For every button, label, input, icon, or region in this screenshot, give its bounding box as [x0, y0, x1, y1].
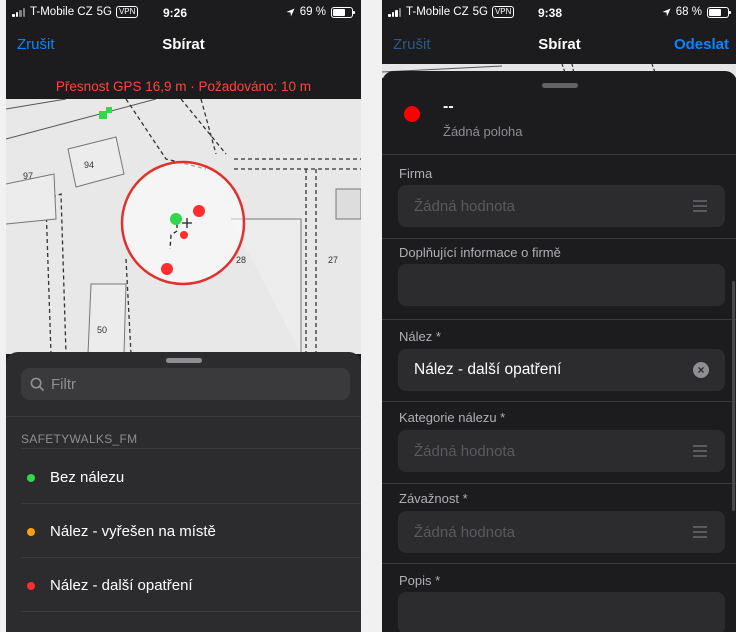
- network-type: 5G: [472, 6, 488, 18]
- divider: [21, 557, 361, 558]
- location-arrow-icon: [662, 7, 671, 17]
- field-placeholder: Žádná hodnota: [414, 198, 515, 215]
- gps-accuracy-warning: Přesnost GPS 16,9 m · Požadováno: 10 m: [6, 64, 361, 99]
- map-label-94: 94: [84, 160, 95, 170]
- sheet-grabber[interactable]: [541, 83, 578, 88]
- battery-icon: [707, 6, 731, 18]
- map-label-97: 97: [23, 171, 34, 181]
- map-label-50: 50: [97, 325, 108, 335]
- field-label-kategorie-nalezu: Kategorie nálezu *: [399, 410, 506, 425]
- location-arrow-icon: [286, 7, 295, 17]
- field-label-popis: Popis *: [399, 573, 441, 588]
- scroll-indicator[interactable]: [732, 281, 735, 511]
- popis-field[interactable]: [398, 592, 725, 632]
- field-placeholder: Žádná hodnota: [414, 443, 515, 460]
- field-value: Nález - další opatření: [414, 361, 562, 378]
- signal-icon: [388, 7, 402, 17]
- vpn-badge: VPN: [491, 6, 515, 18]
- nalez-field[interactable]: Nález - další opatření ×: [398, 349, 725, 391]
- sheet-grabber[interactable]: [165, 358, 202, 363]
- list-item-bez-nalezu[interactable]: Bez nálezu: [6, 451, 361, 506]
- status-bar: T-Mobile CZ 5G VPN 9:26 69 %: [6, 0, 361, 26]
- left-phone-screen: T-Mobile CZ 5G VPN 9:26 69 % Zrušit Sbír…: [6, 0, 361, 632]
- red-dot-icon: [27, 582, 35, 590]
- divider: [382, 319, 736, 320]
- divider: [21, 448, 361, 449]
- kategorie-nalezu-field[interactable]: Žádná hodnota: [398, 430, 725, 472]
- clock: 9:38: [538, 6, 563, 20]
- filter-placeholder: Filtr: [51, 375, 76, 393]
- map-label-27: 27: [328, 255, 339, 265]
- map-drawing: [6, 99, 361, 354]
- firma-field[interactable]: Žádná hodnota: [398, 185, 725, 227]
- network-type: 5G: [96, 6, 112, 18]
- list-item-label: Nález - vyřešen na místě: [50, 523, 216, 540]
- navigation-bar: Zrušit Sbírat: [6, 26, 361, 64]
- status-bar: T-Mobile CZ 5G VPN 9:38 68 %: [382, 0, 736, 26]
- submit-button[interactable]: Odeslat: [674, 36, 729, 53]
- location-subtitle: Žádná poloha: [443, 124, 523, 139]
- layer-section-header: SAFETYWALKS_FM: [21, 432, 138, 446]
- page-title: Sbírat: [162, 36, 205, 53]
- list-item-vyresen-na-miste[interactable]: Nález - vyřešen na místě: [6, 505, 361, 560]
- list-icon: [693, 200, 707, 215]
- divider: [382, 483, 736, 484]
- layer-picker-sheet: Filtr SAFETYWALKS_FM Bez nálezu Nález - …: [6, 352, 361, 632]
- location-title: --: [443, 98, 454, 115]
- doplnujici-informace-field[interactable]: [398, 264, 725, 306]
- map-label-28: 28: [236, 255, 247, 265]
- list-icon: [693, 445, 707, 460]
- map-view[interactable]: 94 97 28 27 50: [6, 99, 361, 354]
- collect-form: -- Žádná poloha Firma Žádná hodnota Dopl…: [382, 71, 736, 632]
- divider: [382, 238, 736, 239]
- right-phone-screen: T-Mobile CZ 5G VPN 9:38 68 % Zrušit Sbír…: [382, 0, 736, 632]
- list-icon: [693, 526, 707, 541]
- filter-search-field[interactable]: Filtr: [21, 368, 350, 400]
- divider: [21, 503, 361, 504]
- divider: [382, 401, 736, 402]
- field-label-firma: Firma: [399, 166, 433, 181]
- divider: [21, 611, 361, 612]
- green-dot-icon: [27, 474, 35, 482]
- list-item-label: Bez nálezu: [50, 469, 125, 486]
- divider: [6, 416, 361, 417]
- signal-icon: [12, 7, 26, 17]
- search-icon: [30, 377, 45, 391]
- zavaznost-field[interactable]: Žádná hodnota: [398, 511, 725, 553]
- battery-icon: [331, 6, 355, 18]
- carrier-name: T-Mobile CZ: [406, 6, 469, 18]
- clear-icon[interactable]: ×: [693, 362, 709, 378]
- divider: [382, 563, 736, 564]
- field-label-doplnujici-informace: Doplňující informace o firmě: [399, 245, 561, 260]
- field-label-zavaznost: Závažnost *: [399, 491, 468, 506]
- location-status-dot-icon: [404, 106, 420, 122]
- battery-percent: 68 %: [675, 6, 702, 18]
- field-placeholder: Žádná hodnota: [414, 524, 515, 541]
- clock: 9:26: [163, 6, 188, 20]
- divider: [382, 154, 736, 155]
- orange-dot-icon: [27, 528, 35, 536]
- field-label-nalez: Nález *: [399, 329, 441, 344]
- battery-percent: 69 %: [299, 6, 326, 18]
- navigation-bar: Zrušit Sbírat Odeslat: [382, 26, 736, 64]
- vpn-badge: VPN: [115, 6, 139, 18]
- list-item-dalsi-opatreni[interactable]: Nález - další opatření: [6, 559, 361, 614]
- carrier-name: T-Mobile CZ: [30, 6, 93, 18]
- list-item-label: Nález - další opatření: [50, 577, 193, 594]
